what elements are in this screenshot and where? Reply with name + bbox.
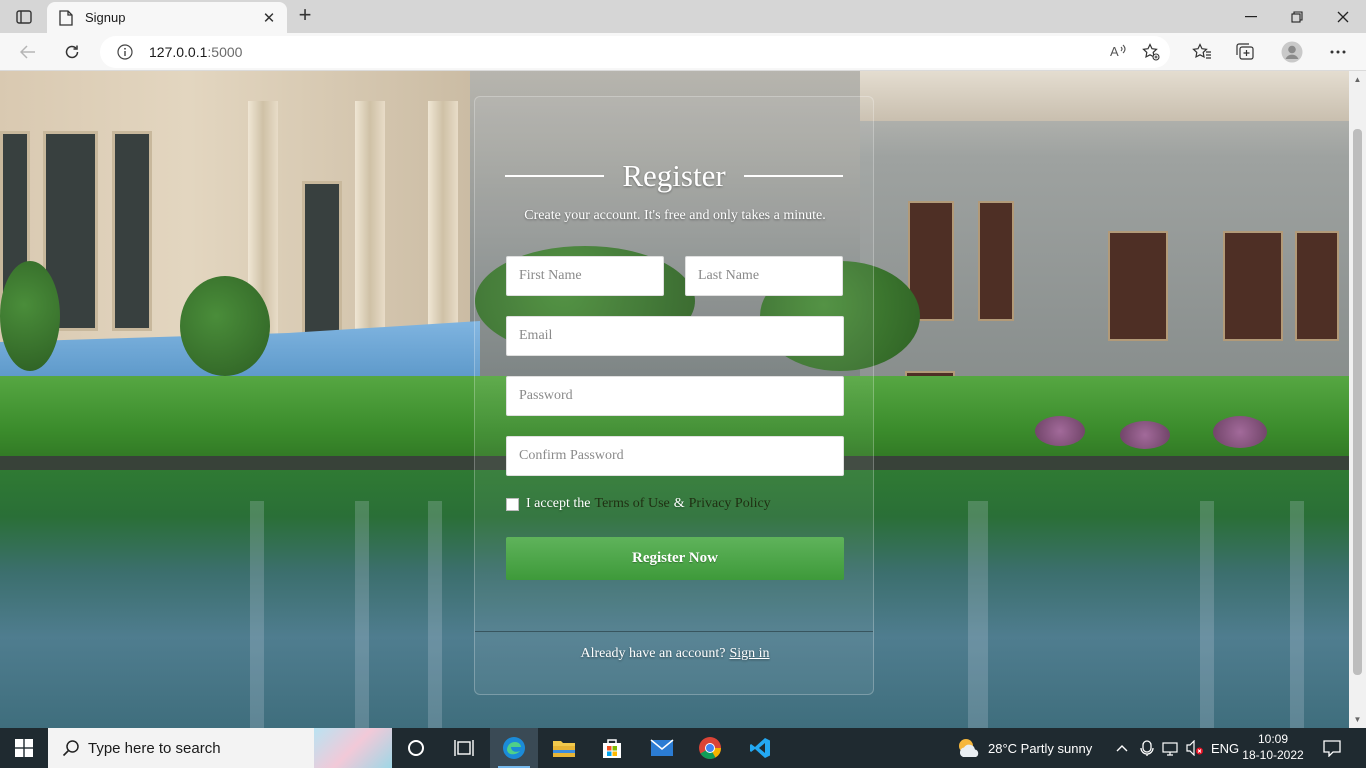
address-bar: 127.0.0.1:5000 A — [0, 33, 1366, 71]
scroll-thumb[interactable] — [1353, 129, 1362, 675]
email-input[interactable] — [506, 316, 844, 356]
signin-row: Already have an account? Sign in — [475, 646, 875, 662]
sign-in-link[interactable]: Sign in — [729, 646, 769, 661]
read-aloud-icon[interactable]: A — [1110, 43, 1128, 59]
show-hidden-icons[interactable] — [1116, 728, 1128, 768]
network-icon[interactable] — [1162, 728, 1180, 768]
cortana-icon[interactable] — [392, 728, 440, 768]
register-heading: Register — [505, 158, 843, 193]
site-info-icon[interactable] — [117, 44, 133, 60]
url-text: 127.0.0.1:5000 — [149, 44, 243, 60]
clock-date: 18-10-2022 — [1242, 748, 1304, 762]
add-favorite-icon[interactable] — [1142, 43, 1160, 61]
restore-icon[interactable] — [1274, 0, 1320, 33]
register-subtitle: Create your account. It's free and only … — [524, 208, 826, 223]
language-text: ENG — [1211, 740, 1240, 756]
page-icon — [59, 9, 73, 26]
scroll-up-icon[interactable]: ▲ — [1352, 75, 1363, 84]
url-field[interactable]: 127.0.0.1:5000 A — [100, 36, 1170, 68]
taskbar-clock[interactable]: 10:09 18-10-2022 — [1238, 731, 1308, 763]
heading-rule-left — [505, 175, 605, 177]
tab-title: Signup — [85, 10, 126, 25]
scroll-down-icon[interactable]: ▼ — [1352, 715, 1363, 724]
terms-ampersand: & — [673, 496, 685, 511]
accept-terms-checkbox[interactable] — [506, 497, 519, 511]
windows-start-icon[interactable] — [0, 728, 48, 768]
tab-close-icon[interactable]: ✕ — [261, 9, 277, 27]
collections-icon[interactable] — [1233, 39, 1259, 65]
partly-sunny-icon — [959, 739, 979, 757]
microsoft-store-icon[interactable] — [588, 728, 636, 768]
notifications-icon[interactable] — [1322, 728, 1342, 768]
confirm-password-input[interactable] — [506, 436, 844, 476]
account-prompt: Already have an account? — [580, 646, 726, 661]
first-name-input[interactable] — [506, 256, 664, 296]
terms-prefix: I accept the — [526, 496, 591, 511]
mail-icon[interactable] — [638, 728, 686, 768]
weather-text: 28°C Partly sunny — [988, 740, 1093, 756]
search-placeholder: Type here to search — [88, 739, 221, 757]
password-input[interactable] — [506, 376, 844, 416]
terms-of-use-link[interactable]: Terms of Use — [595, 496, 670, 512]
minimize-icon[interactable] — [1228, 0, 1274, 33]
task-view-icon[interactable] — [440, 728, 488, 768]
meet-now-icon[interactable] — [1140, 728, 1154, 768]
tab-actions-icon[interactable] — [10, 6, 38, 28]
page-title: Register — [622, 158, 726, 193]
search-icon — [62, 740, 79, 757]
card-divider — [475, 631, 873, 632]
register-now-button[interactable]: Register Now — [506, 537, 844, 580]
svg-text:A: A — [1110, 44, 1119, 59]
weather-widget[interactable]: 28°C Partly sunny — [956, 728, 1092, 768]
taskbar: Type here to search 28°C Partly sunny EN… — [0, 728, 1366, 768]
search-highlight-image[interactable] — [314, 728, 392, 768]
profile-avatar-icon[interactable] — [1279, 39, 1305, 65]
language-indicator[interactable]: ENG — [1211, 728, 1239, 768]
clock-time: 10:09 — [1257, 732, 1289, 746]
heading-rule-right — [743, 175, 843, 177]
vscode-icon[interactable] — [736, 728, 784, 768]
file-explorer-icon[interactable] — [540, 728, 588, 768]
refresh-icon[interactable] — [58, 38, 86, 66]
page-viewport: Register Create your account. It's free … — [0, 71, 1349, 728]
favorites-icon[interactable] — [1189, 39, 1215, 65]
browser-tab-bar: Signup ✕ + — [0, 0, 1366, 33]
new-tab-button[interactable]: + — [294, 4, 316, 27]
edge-app-icon[interactable] — [490, 728, 538, 768]
taskbar-search-box[interactable]: Type here to search — [48, 728, 392, 768]
browser-tab[interactable]: Signup ✕ — [47, 2, 287, 33]
last-name-input[interactable] — [685, 256, 843, 296]
back-icon[interactable] — [14, 38, 42, 66]
chrome-icon[interactable] — [686, 728, 734, 768]
register-card: Register Create your account. It's free … — [474, 96, 874, 695]
close-window-icon[interactable] — [1320, 0, 1366, 33]
terms-row: I accept the Terms of Use & Privacy Poli… — [506, 496, 771, 512]
page-scrollbar[interactable]: ▲ ▼ — [1349, 71, 1366, 728]
volume-muted-icon[interactable] — [1186, 728, 1204, 768]
privacy-policy-link[interactable]: Privacy Policy — [689, 496, 771, 512]
more-options-icon[interactable] — [1325, 39, 1351, 65]
